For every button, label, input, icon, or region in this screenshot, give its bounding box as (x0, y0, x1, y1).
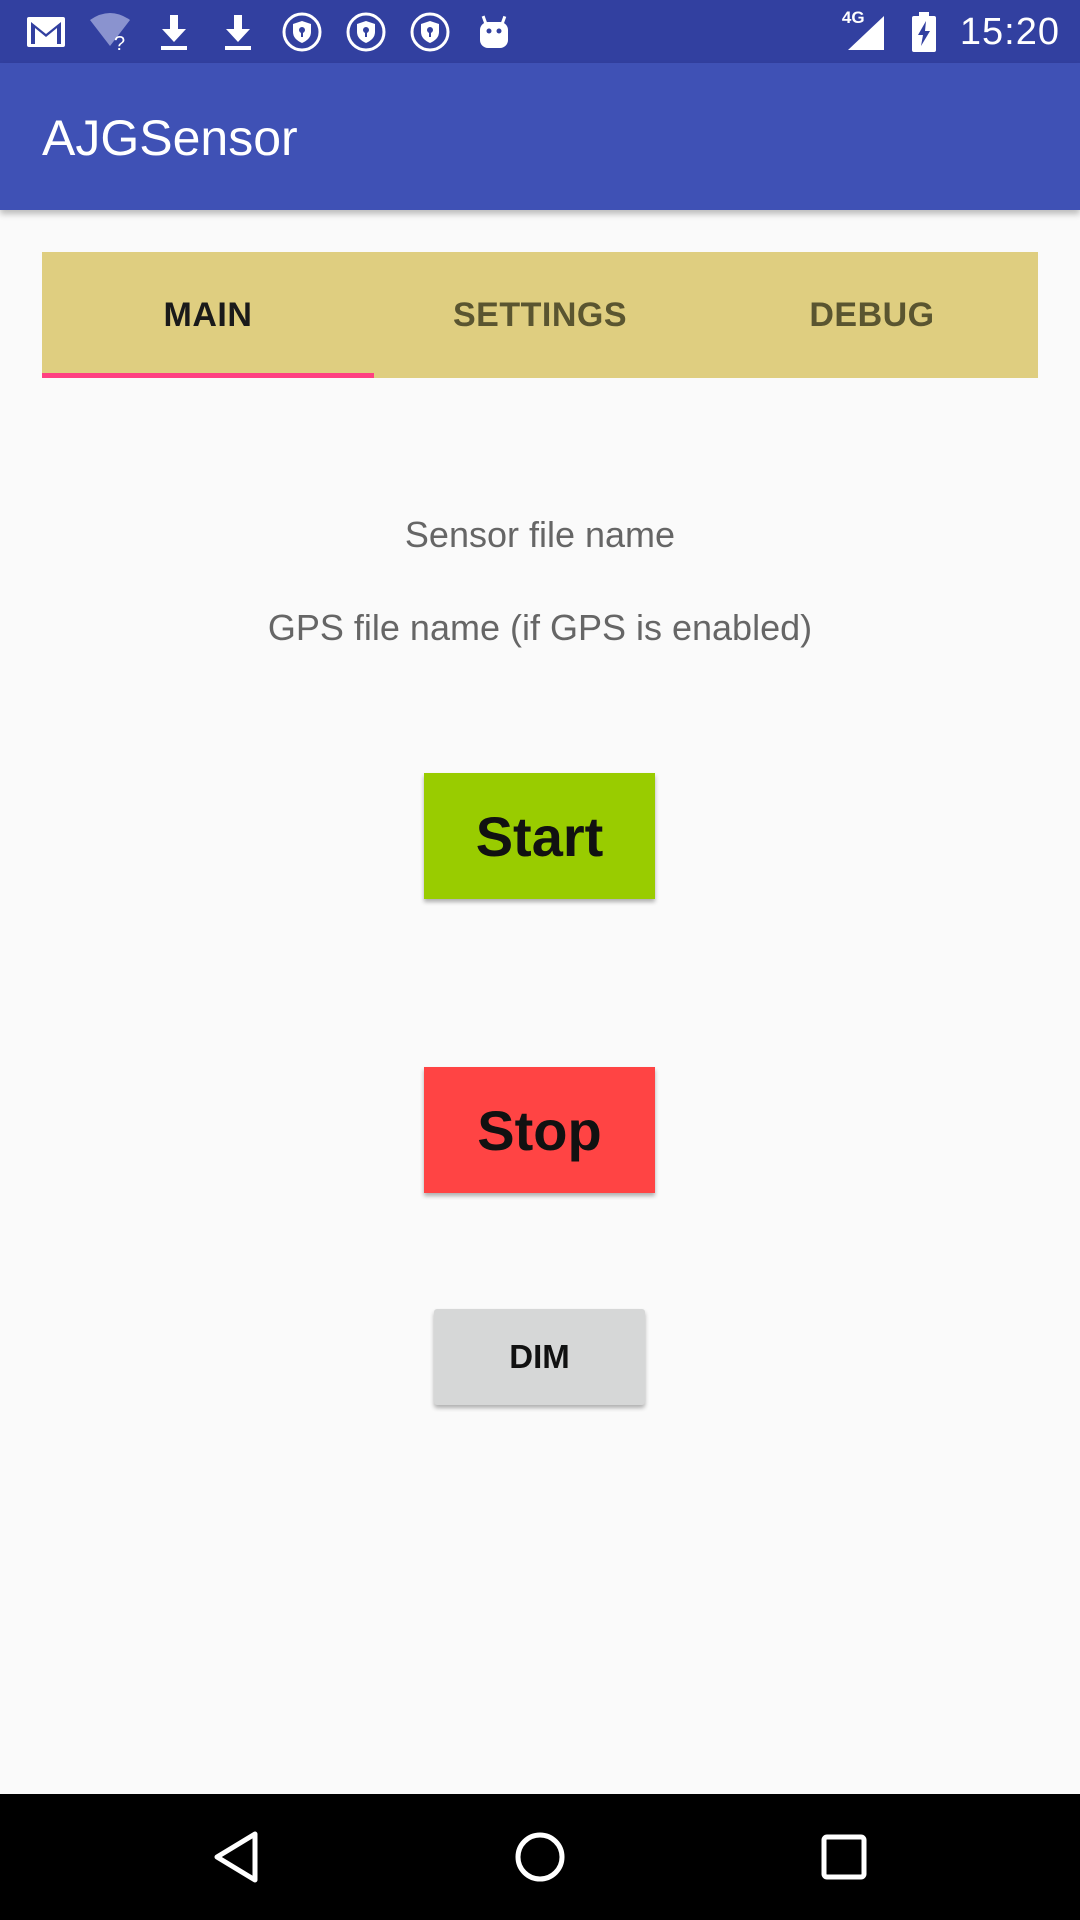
download-icon (216, 10, 260, 54)
recents-icon[interactable] (804, 1817, 884, 1897)
app-bar: AJGSensor (0, 63, 1080, 210)
download-icon (152, 10, 196, 54)
tab-main[interactable]: MAIN (42, 252, 374, 378)
tab-settings[interactable]: SETTINGS (374, 252, 706, 378)
notification-icons: ? (24, 8, 516, 56)
gps-file-name-label: GPS file name (if GPS is enabled) (267, 607, 813, 648)
svg-text:?: ? (114, 33, 125, 52)
signal-icon: 4G (840, 8, 888, 54)
vpn-shield-icon (280, 10, 324, 54)
dim-button[interactable]: DIM (434, 1309, 645, 1405)
gmail-icon (24, 10, 68, 54)
navigation-bar (0, 1794, 1080, 1920)
start-button[interactable]: Start (424, 773, 655, 899)
tab-debug[interactable]: DEBUG (706, 252, 1038, 378)
app-title: AJGSensor (42, 110, 298, 166)
wifi-question-icon: ? (88, 10, 132, 54)
tab-bar: MAIN SETTINGS DEBUG (42, 252, 1038, 378)
vpn-shield-icon (344, 10, 388, 54)
battery-charging-icon (902, 10, 946, 54)
status-bar: ? 4G 15:20 (0, 0, 1080, 63)
clock: 15:20 (959, 10, 1060, 53)
stop-button[interactable]: Stop (424, 1067, 655, 1193)
back-icon[interactable] (196, 1817, 276, 1897)
android-icon (472, 10, 516, 54)
home-icon[interactable] (500, 1817, 580, 1897)
sensor-file-name-label: Sensor file name (404, 514, 676, 555)
system-icons: 4G 15:20 (840, 8, 1060, 56)
vpn-shield-icon (408, 10, 452, 54)
